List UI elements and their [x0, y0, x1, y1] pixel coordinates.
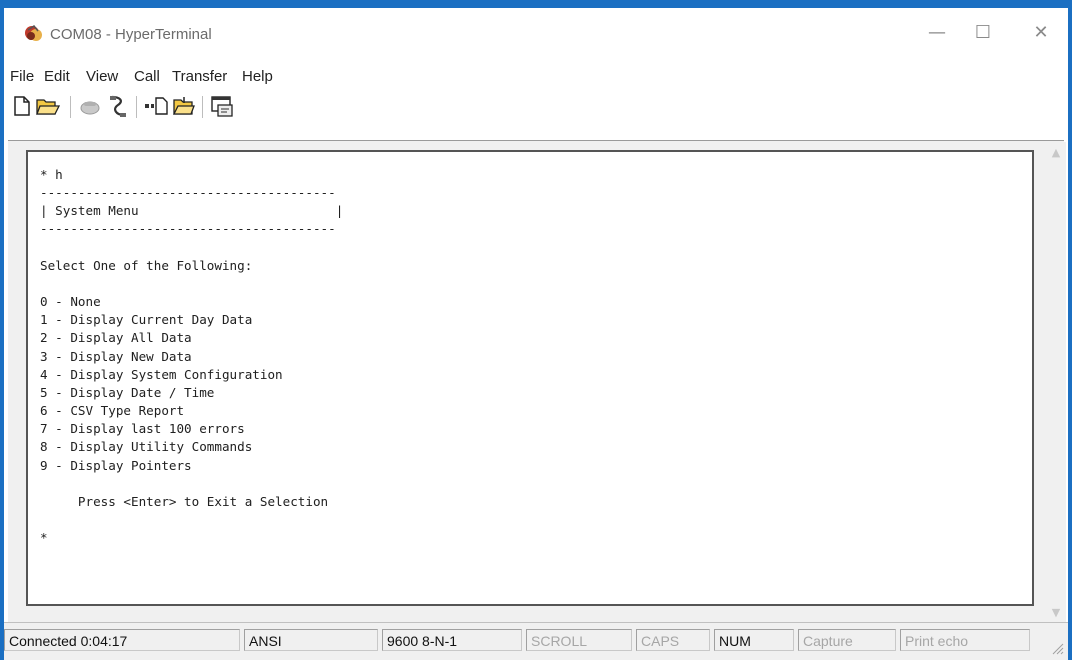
terminal-line: 3 - Display New Data [40, 348, 192, 364]
terminal-line: * [40, 530, 48, 546]
dial-icon [110, 95, 126, 117]
open-icon [36, 99, 60, 115]
status-capture: Capture [798, 629, 896, 651]
terminal-line: 4 - Display System Configuration [40, 366, 283, 382]
chevron-down-icon: ▼ [1051, 605, 1061, 619]
status-connection-time: Connected 0:04:17 [4, 629, 240, 651]
status-scroll: SCROLL [526, 629, 632, 651]
toolbar-separator [70, 96, 71, 118]
menu-view[interactable]: View [84, 68, 120, 85]
terminal-line: | System Menu | [40, 203, 344, 219]
vertical-scrollbar[interactable]: ▲ ▼ [1046, 142, 1066, 622]
toolbar-separator [202, 96, 203, 118]
terminal-line: 9 - Display Pointers [40, 457, 192, 473]
hyperterminal-window: COM08 - HyperTerminal — ☐ ✕ File Edit Vi… [4, 8, 1068, 660]
send-button[interactable] [144, 94, 168, 118]
maximize-icon: ☐ [974, 21, 992, 43]
open-button[interactable] [36, 94, 60, 118]
window-title: COM08 - HyperTerminal [50, 26, 212, 43]
properties-icon [211, 96, 233, 117]
terminal-screen[interactable]: * h -------------------------------------… [26, 150, 1034, 606]
toolbar-separator [136, 96, 137, 118]
terminal-line: --------------------------------------- [40, 185, 336, 201]
toolbar [4, 88, 1068, 126]
menu-call[interactable]: Call [132, 68, 162, 85]
terminal-line: 2 - Display All Data [40, 330, 192, 346]
status-num: NUM [714, 629, 794, 651]
status-caps: CAPS [636, 629, 710, 651]
status-bar: Connected 0:04:17 ANSI 9600 8-N-1 SCROLL… [4, 622, 1068, 660]
terminal-line: 5 - Display Date / Time [40, 384, 215, 400]
menu-file[interactable]: File [8, 68, 36, 85]
close-button[interactable]: ✕ [1018, 14, 1064, 50]
properties-button[interactable] [210, 94, 234, 118]
terminal-line: Press <Enter> to Exit a Selection [40, 493, 329, 509]
title-bar[interactable]: COM08 - HyperTerminal — ☐ ✕ [4, 8, 1068, 56]
terminal-line: 6 - CSV Type Report [40, 403, 185, 419]
menu-help[interactable]: Help [240, 68, 275, 85]
send-icon [145, 97, 168, 115]
terminal-line: Select One of the Following: [40, 257, 253, 273]
minimize-icon: — [928, 21, 946, 43]
menu-bar: File Edit View Call Transfer Help [4, 62, 1068, 90]
terminal-line: * h [40, 167, 63, 182]
menu-transfer[interactable]: Transfer [170, 68, 229, 85]
new-connection-icon [14, 96, 30, 116]
receive-button[interactable] [172, 94, 196, 118]
scroll-down-button[interactable]: ▼ [1048, 604, 1064, 620]
maximize-button[interactable]: ☐ [960, 14, 1006, 50]
disconnect-button[interactable] [78, 94, 102, 118]
status-emulation: ANSI [244, 629, 378, 651]
hyperterminal-app-icon [25, 24, 42, 41]
scroll-up-button[interactable]: ▲ [1048, 144, 1064, 160]
menu-edit[interactable]: Edit [42, 68, 72, 85]
terminal-line: 1 - Display Current Day Data [40, 312, 253, 328]
minimize-button[interactable]: — [914, 14, 960, 50]
terminal-line: 7 - Display last 100 errors [40, 421, 245, 437]
terminal-line: --------------------------------------- [40, 221, 336, 237]
disconnect-icon [80, 101, 100, 115]
receive-icon [172, 97, 195, 115]
terminal-output: * h -------------------------------------… [40, 166, 343, 547]
dial-button[interactable] [106, 94, 130, 118]
chevron-up-icon: ▲ [1051, 145, 1061, 159]
resize-grip-icon[interactable] [1052, 643, 1064, 655]
status-print-echo: Print echo [900, 629, 1030, 651]
terminal-line: 8 - Display Utility Commands [40, 439, 253, 455]
terminal-line: 0 - None [40, 294, 101, 310]
status-port-settings: 9600 8-N-1 [382, 629, 522, 651]
new-connection-button[interactable] [10, 94, 34, 118]
close-icon: ✕ [1033, 21, 1049, 43]
